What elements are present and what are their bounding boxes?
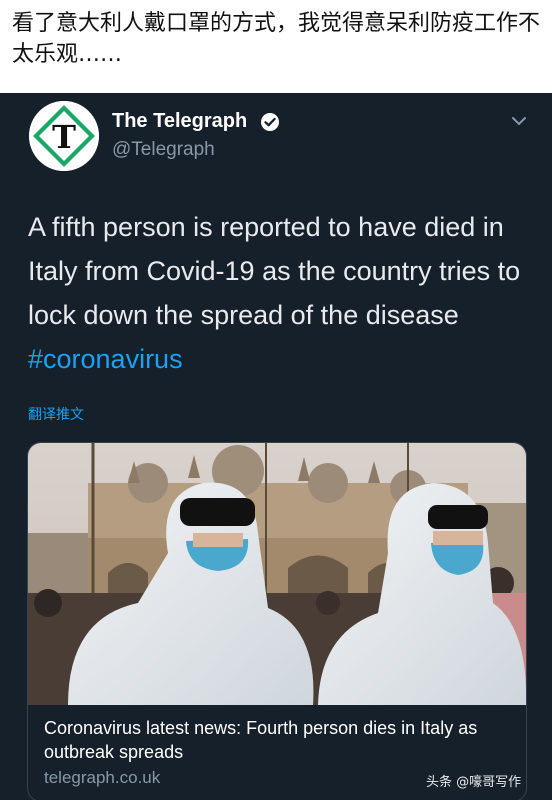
tweet-card[interactable]: T The Telegraph @Telegraph A fifth perso…: [0, 93, 552, 800]
telegraph-logo-icon: T: [29, 101, 99, 171]
chevron-down-icon[interactable]: [510, 115, 528, 127]
news-photo: [28, 443, 526, 705]
tweet-body: A fifth person is reported to have died …: [28, 212, 521, 330]
link-preview-card[interactable]: Coronavirus latest news: Fourth person d…: [27, 442, 527, 800]
card-domain: telegraph.co.uk: [44, 768, 161, 787]
hashtag-link[interactable]: #coronavirus: [28, 344, 183, 374]
translate-tweet-link[interactable]: 翻译推文: [28, 404, 84, 424]
verified-badge-icon: [261, 113, 279, 131]
post-caption: 看了意大利人戴口罩的方式，我觉得意呆利防疫工作不太乐观……: [12, 11, 541, 67]
author-handle[interactable]: @Telegraph: [112, 139, 215, 161]
author-name[interactable]: The Telegraph: [112, 110, 247, 133]
card-title[interactable]: Coronavirus latest news: Fourth person d…: [44, 716, 514, 764]
tweet-text: A fifth person is reported to have died …: [28, 205, 528, 381]
avatar-letter: T: [52, 118, 76, 156]
toutiao-watermark: 头条 @嚎哥写作: [426, 775, 522, 790]
telegraph-avatar[interactable]: T: [29, 101, 99, 171]
